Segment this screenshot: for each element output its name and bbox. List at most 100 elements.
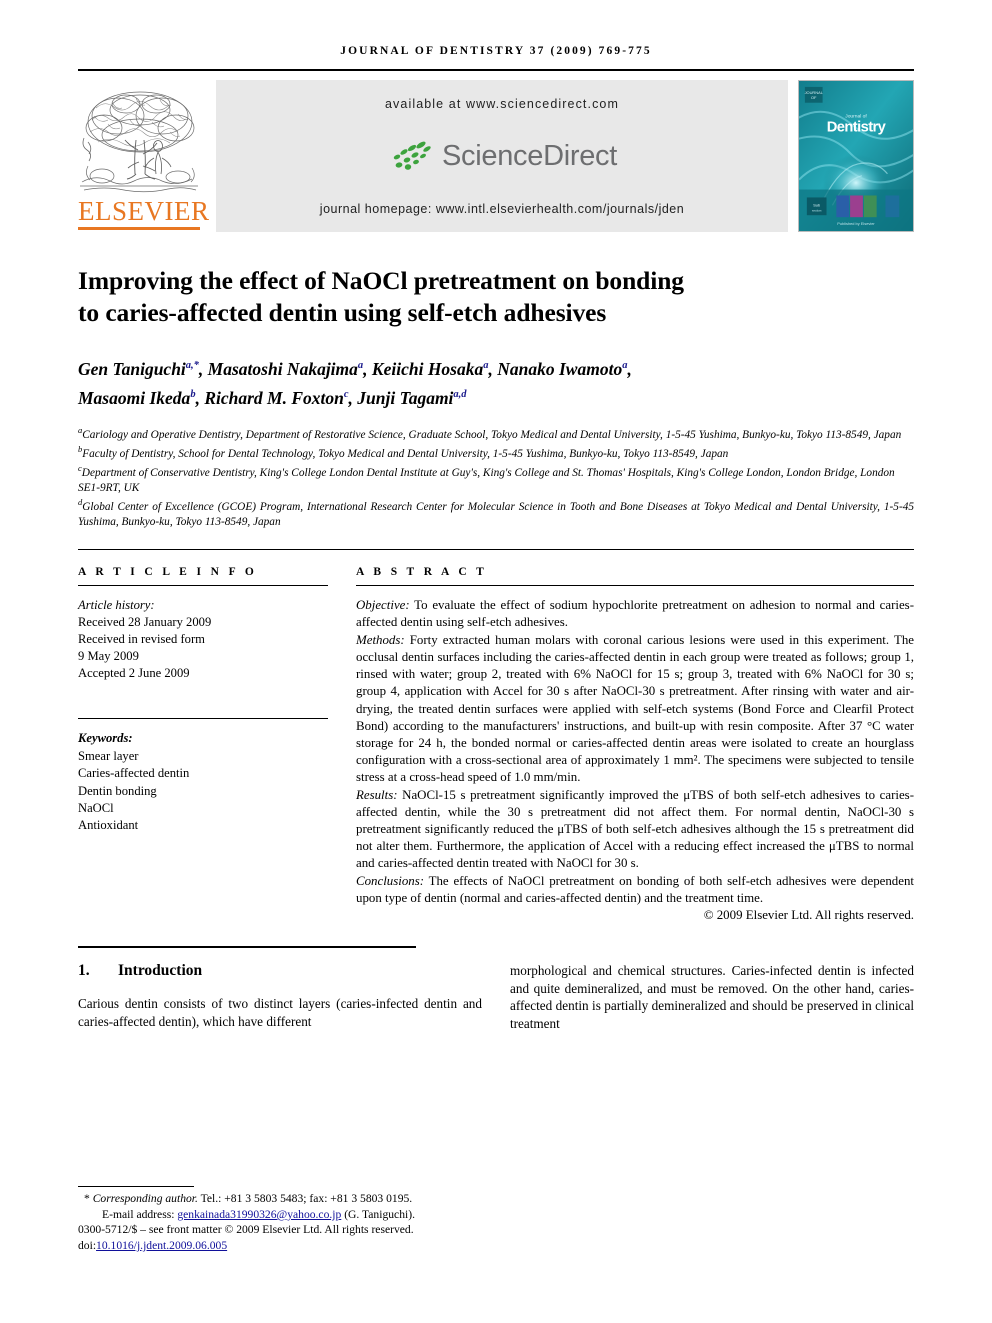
email-label: E-mail address: [102,1207,175,1221]
asterisk-icon: * [84,1192,90,1206]
paper-page: JOURNAL OF DENTISTRY 37 (2009) 769-775 E… [0,0,992,1323]
abstract-body: Objective: To evaluate the effect of sod… [356,597,914,924]
introduction-number: 1. [78,962,90,980]
available-at-text: available at www.sciencedirect.com [384,97,619,111]
author-name: Keiichi Hosaka [371,358,484,379]
abstract-heading: A B S T R A C T [356,566,488,579]
abstract-methods: Methods: Forty extracted human molars wi… [356,632,914,787]
author-name: Nanako Iwamoto [497,358,623,379]
svg-text:section: section [812,208,822,212]
abstract-results: Results: NaOCl-15 s pretreatment signifi… [356,787,914,873]
introduction-left-text: Carious dentin consists of two distinct … [78,996,482,1029]
cover-artwork: JOURNAL OF Journal of Dentistry Sub sect… [799,81,913,231]
abstract-copyright: © 2009 Elsevier Ltd. All rights reserved… [703,907,914,922]
svg-text:Dentistry: Dentistry [827,119,887,135]
affiliation-list: aCariology and Operative Dentistry, Depa… [78,423,914,530]
affiliation-text: Cariology and Operative Dentistry, Depar… [82,428,902,441]
introduction-heading-label: Introduction [118,962,203,980]
author-name: Gen Taniguchi [78,358,186,379]
abstract-results-text: NaOCl-15 s pretreatment significantly im… [356,787,914,871]
journal-homepage-text: journal homepage: www.intl.elsevierhealt… [319,202,685,216]
title-line-2: to caries-affected dentin using self-etc… [78,298,607,327]
sciencedirect-leaves-icon [393,141,431,170]
keywords-label: Keywords: [78,731,133,746]
author-affiliation-mark: a [483,360,489,371]
article-history-label: Article history: [78,598,155,613]
introduction-right-column: morphological and chemical structures. C… [510,948,914,1032]
abstract-results-label: Results: [356,787,398,802]
svg-text:Published by Elsevier: Published by Elsevier [837,221,875,226]
abstract-column: A B S T R A C T Objective: To evaluate t… [356,566,914,924]
history-item: Received 28 January 2009 [78,615,212,630]
corresponding-author-note: * Corresponding author. Tel.: +81 3 5803… [78,1191,508,1206]
author-name: Richard M. Foxton [204,387,344,408]
keywords-rule [78,718,328,720]
doi-label: doi: [78,1238,97,1252]
page-title: Improving the effect of NaOCl pretreatme… [78,265,914,329]
author-line-2: Masaomi Ikedab, Richard M. Foxtonc, Junj… [78,387,467,408]
journal-cover-thumbnail: JOURNAL OF Journal of Dentistry Sub sect… [798,80,914,232]
masthead-band: ELSEVIER available at www.sciencedirect.… [78,80,914,232]
author-line-1: Gen Taniguchia,*, Masatoshi Nakajimaa, K… [78,358,632,379]
svg-text:OF: OF [811,95,817,100]
history-item: Accepted 2 June 2009 [78,666,190,681]
history-item: 9 May 2009 [78,649,139,664]
abstract-conclusions: Conclusions: The effects of NaOCl pretre… [356,873,914,907]
affiliation-item: dGlobal Center of Excellence (GCOE) Prog… [78,495,914,529]
article-info-column: A R T I C L E I N F O Article history: R… [78,566,328,924]
author-affiliation-mark: a,* [185,360,199,371]
affiliation-item: bFaculty of Dentistry, School for Dental… [78,442,914,461]
corresponding-author-label: Corresponding author. [92,1192,198,1206]
sciencedirect-logo: ScienceDirect [387,140,617,174]
keyword-item: Caries-affected dentin [78,766,190,781]
title-line-1: Improving the effect of NaOCl pretreatme… [78,266,684,295]
front-matter-line: 0300-5712/$ – see front matter © 2009 El… [78,1223,414,1237]
affiliation-text: Global Center of Excellence (GCOE) Progr… [78,501,914,528]
elsevier-wordmark: ELSEVIER [78,196,209,230]
section-divider [78,549,914,551]
email-link[interactable]: genkainada31990326@yahoo.co.jp [177,1208,341,1221]
doi-link[interactable]: 10.1016/j.jdent.2009.06.005 [96,1239,227,1252]
keywords-list: Keywords: Smear layer Caries-affected de… [78,730,328,834]
introduction-section: 1. Introduction Carious dentin consists o… [78,948,914,1032]
author-affiliation-mark: a [357,360,364,371]
author-affiliation-mark: a [622,360,628,371]
author-affiliation-mark: b [190,388,196,400]
abstract-methods-label: Methods: [356,632,405,647]
keyword-item: Dentin bonding [78,783,157,798]
article-info-rule [78,585,328,587]
doi-line: doi:10.1016/j.jdent.2009.06.005 [78,1238,508,1253]
author-name: Junji Tagami [357,387,454,408]
email-note: E-mail address: genkainada31990326@yahoo… [78,1207,508,1222]
abstract-conclusions-text: The effects of NaOCl pretreatment on bon… [356,873,914,905]
keyword-item: Smear layer [78,748,139,763]
abstract-conclusions-label: Conclusions: [356,873,425,888]
sciencedirect-band: available at www.sciencedirect.com Scien… [216,80,788,232]
info-abstract-columns: A R T I C L E I N F O Article history: R… [78,566,914,924]
abstract-objective-text: To evaluate the effect of sodium hypochl… [356,598,914,630]
journal-running-head: JOURNAL OF DENTISTRY 37 (2009) 769-775 [340,45,652,57]
footnote-block: * Corresponding author. Tel.: +81 3 5803… [78,1191,508,1253]
keyword-item: NaOCl [78,800,114,815]
introduction-heading: 1. Introduction [78,962,482,980]
introduction-right-text: morphological and chemical structures. C… [510,963,914,1031]
author-name: Masaomi Ikeda [78,387,191,408]
elsevier-logo: ELSEVIER [78,80,209,232]
affiliation-text: Faculty of Dentistry, School for Dental … [82,447,729,460]
affiliation-text: Department of Conservative Dentistry, Ki… [78,467,895,494]
affiliation-item: aCariology and Operative Dentistry, Depa… [78,423,914,442]
page-footer: * Corresponding author. Tel.: +81 3 5803… [78,1186,508,1253]
history-item: Received in revised form [78,632,205,647]
footnote-rule [78,1186,194,1188]
abstract-objective-label: Objective: [356,598,410,613]
sciencedirect-wordmark: ScienceDirect [442,140,617,172]
elsevier-tree-icon [78,80,200,198]
corresponding-author-contact: Tel.: +81 3 5803 5483; fax: +81 3 5803 0… [197,1192,413,1206]
introduction-left-column: 1. Introduction Carious dentin consists o… [78,948,482,1032]
abstract-objective: Objective: To evaluate the effect of sod… [356,597,914,631]
article-info-heading: A R T I C L E I N F O [78,566,258,579]
author-affiliation-mark: c [343,388,349,400]
author-name: Masatoshi Nakajima [207,358,358,379]
keyword-item: Antioxidant [78,818,139,833]
header-rule [78,69,914,71]
